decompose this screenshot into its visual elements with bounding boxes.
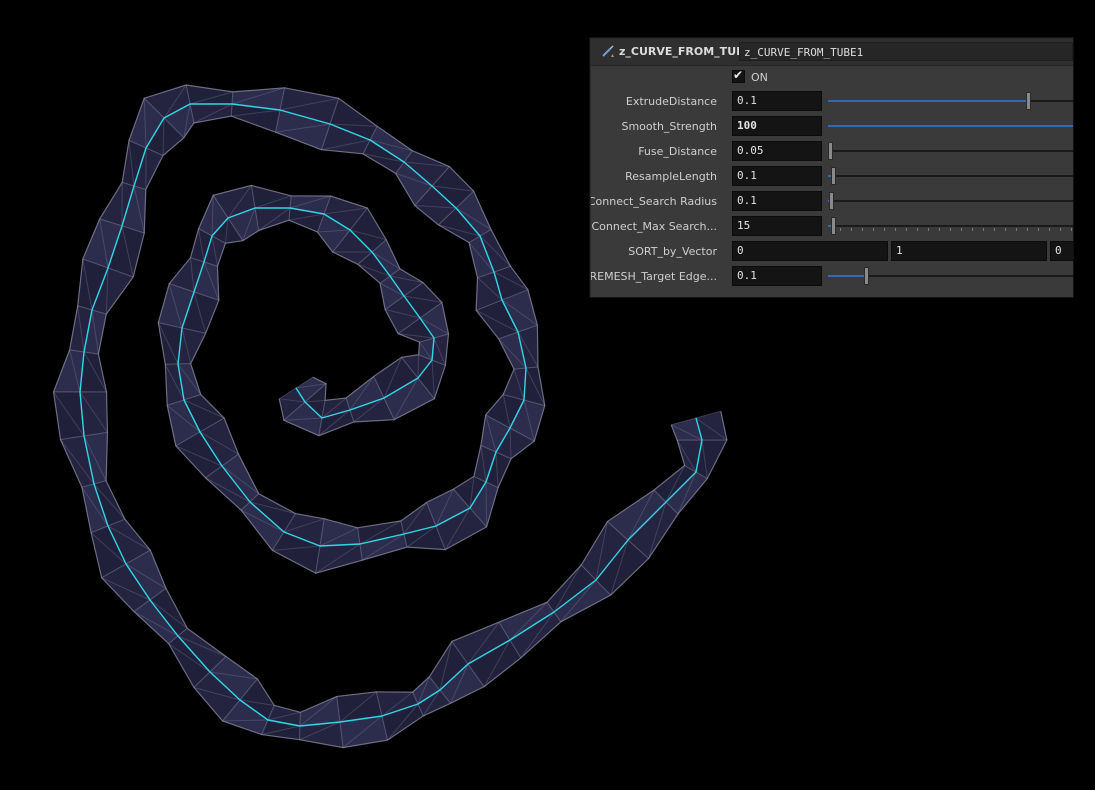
on-label: ON: [751, 71, 768, 84]
parameter-panel: z_CURVE_FROM_TUBE z_CURVE_FROM_TUBE1 ✔ O…: [590, 38, 1073, 297]
tube-face: [52, 349, 85, 393]
slider-handle[interactable]: [831, 217, 836, 235]
tube-face: [177, 327, 207, 365]
sort-vector-y-field[interactable]: 1: [891, 241, 1047, 261]
param-label: REMESH_Target Edge...: [590, 270, 717, 283]
slider-handle[interactable]: [828, 142, 833, 160]
connect-max-search-slider[interactable]: [828, 217, 1073, 235]
connect-search-radius-field[interactable]: 0.1: [732, 191, 822, 211]
extrude-distance-slider[interactable]: [828, 92, 1073, 110]
resample-length-slider[interactable]: [828, 167, 1073, 185]
tube-edge: [417, 354, 420, 379]
param-label: Connect_Max Search...: [591, 220, 717, 233]
connect-max-search-field[interactable]: 15: [732, 216, 822, 236]
param-label: SORT_by_Vector: [628, 245, 717, 258]
resample-length-field[interactable]: 0.1: [732, 166, 822, 186]
remesh-target-edge-slider[interactable]: [828, 267, 1073, 285]
param-label: Connect_Search Radius: [590, 195, 717, 208]
slider-handle[interactable]: [828, 192, 834, 210]
param-label: Fuse_Distance: [638, 145, 717, 158]
param-label: ResampleLength: [625, 170, 717, 183]
param-label: ExtrudeDistance: [625, 95, 717, 108]
fuse-distance-slider[interactable]: [828, 142, 1073, 160]
param-fuse-distance: Fuse_Distance 0.05: [591, 139, 1073, 164]
extrude-distance-field[interactable]: 0.1: [732, 91, 822, 111]
connect-search-radius-slider[interactable]: [828, 192, 1073, 210]
smooth-strength-field[interactable]: 100: [732, 116, 822, 136]
remesh-target-edge-field[interactable]: 0.1: [732, 266, 822, 286]
fuse-distance-field[interactable]: 0.05: [732, 141, 822, 161]
param-on-row: ✔ ON: [591, 65, 1073, 90]
node-header: z_CURVE_FROM_TUBE z_CURVE_FROM_TUBE1: [591, 39, 1073, 66]
param-extrude-distance: ExtrudeDistance 0.1: [591, 89, 1073, 114]
tube-edge: [485, 481, 488, 527]
smooth-strength-slider[interactable]: [828, 125, 1073, 127]
param-smooth-strength: Smooth_Strength 100: [591, 114, 1073, 139]
sort-vector-z-field[interactable]: 0: [1050, 241, 1073, 261]
slider-handle[interactable]: [1026, 92, 1031, 110]
sort-vector-x-field[interactable]: 0: [732, 241, 888, 261]
slider-handle[interactable]: [863, 267, 869, 285]
param-connect-max-search: Connect_Max Search... 15: [591, 214, 1073, 239]
tube-face: [250, 184, 292, 209]
param-label: Smooth_Strength: [621, 120, 717, 133]
wrench-icon[interactable]: [601, 44, 615, 58]
param-remesh-target-edge: REMESH_Target Edge... 0.1: [591, 264, 1073, 289]
node-name-field[interactable]: z_CURVE_FROM_TUBE1: [739, 42, 1073, 61]
slider-handle[interactable]: [831, 167, 836, 185]
checkmark-icon: ✔: [733, 68, 744, 82]
param-resample-length: ResampleLength 0.1: [591, 164, 1073, 189]
param-sort-by-vector: SORT_by_Vector 0 1 0: [591, 239, 1073, 264]
slider-ticks: [840, 228, 1072, 231]
param-connect-search-radius: Connect_Search Radius 0.1: [591, 189, 1073, 214]
node-type-label: z_CURVE_FROM_TUBE: [619, 45, 753, 58]
